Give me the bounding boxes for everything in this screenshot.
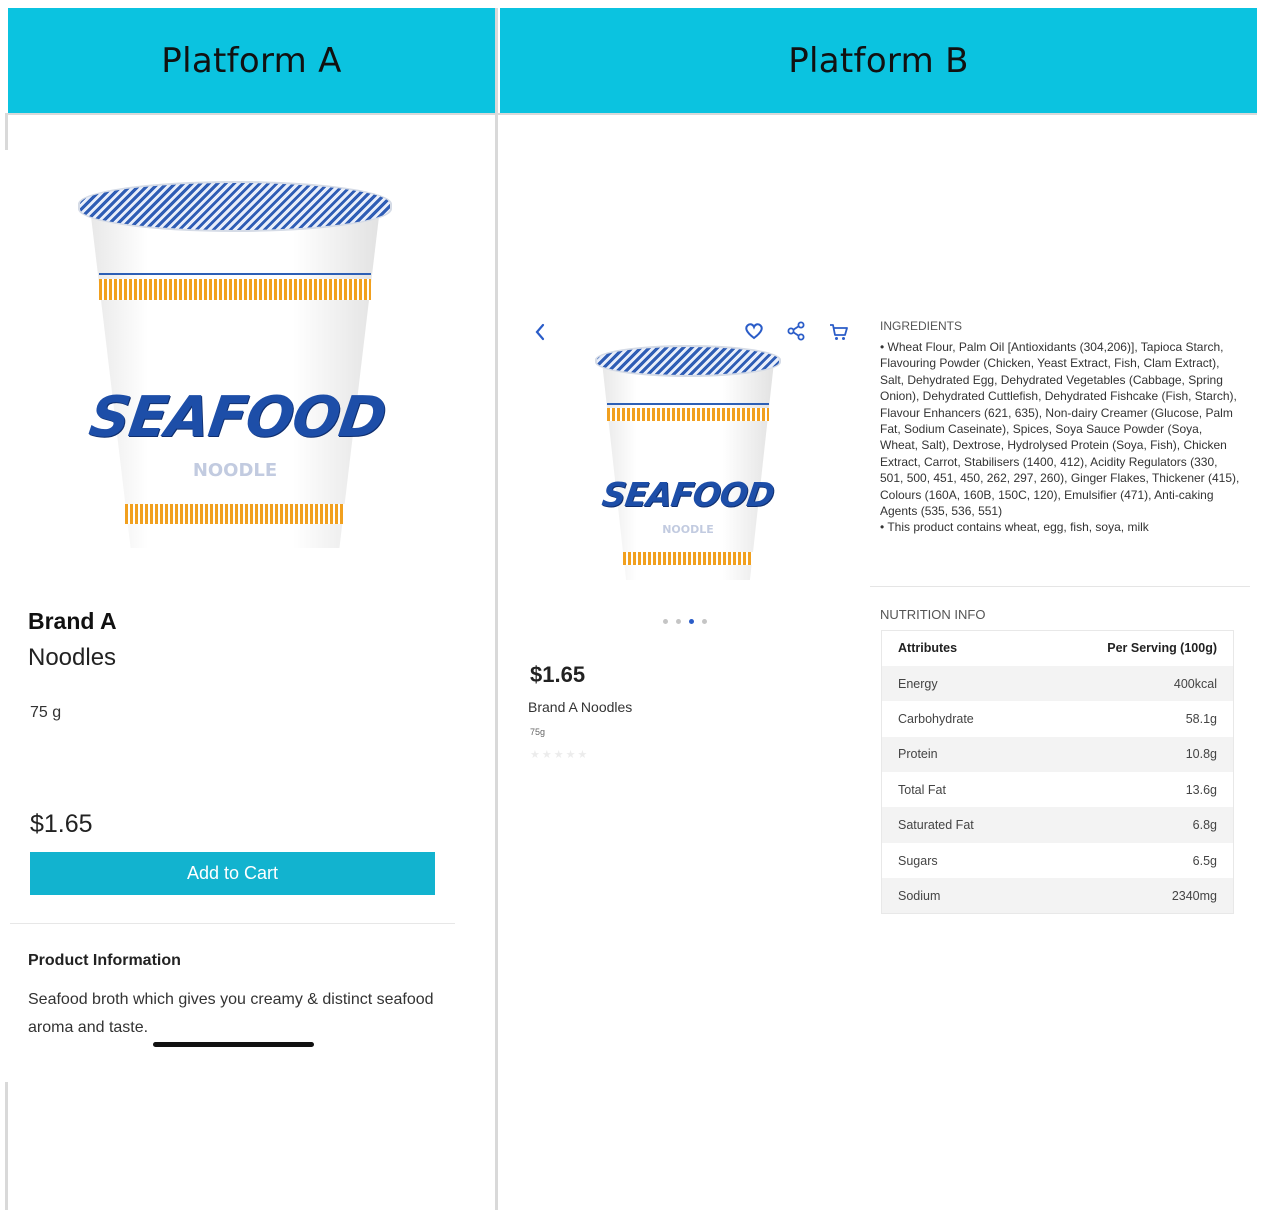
cup-body [602,362,774,580]
nutrition-value: 2340mg [1033,878,1234,914]
comparison-frame: Platform A Platform B SEAFOOD NOODLE Bra… [0,0,1265,1210]
weight-b: 75g [530,727,546,737]
table-row: Total Fat 13.6g [881,772,1234,808]
ingredients-text: • Wheat Flour, Palm Oil [Antioxidants (3… [880,339,1240,536]
ingredients-title: INGREDIENTS [880,319,963,333]
nutrition-value: 10.8g [1033,736,1234,773]
left-border [0,8,3,1210]
carousel-dot[interactable] [676,619,681,624]
cup-sub-word: NOODLE [192,459,278,481]
cup-stripe-top [607,407,769,421]
table-row: Sodium 2340mg [881,878,1234,914]
product-name-a: Noodles [28,644,117,671]
nutrition-label: Sugars [881,842,1034,879]
cart-icon[interactable] [829,322,849,346]
nutrition-label: Sodium [881,878,1034,914]
add-to-cart-button[interactable]: Add to Cart [30,852,435,895]
header-underline-a [8,113,495,115]
ingredients-divider [870,586,1250,587]
nutrition-table: Attributes Per Serving (100g) Energy 400… [881,630,1234,915]
table-row: Energy 400kcal [881,665,1234,702]
product-info-title: Product Information [28,952,181,969]
cup-lid [595,344,781,378]
heart-icon[interactable] [744,322,764,344]
nutrition-label: Protein [881,736,1034,773]
cup-stripe-bottom [622,551,754,565]
cup-stripe-bottom [124,503,346,525]
platform-b-header: Platform B [500,8,1257,113]
ingredients-list: • Wheat Flour, Palm Oil [Antioxidants (3… [880,340,1240,519]
column-divider [495,8,498,1210]
cup-trim-line [98,272,372,275]
nutrition-header-attribute: Attributes [881,630,1034,666]
nutrition-label: Carbohydrate [881,701,1034,737]
price-a: $1.65 [30,810,93,838]
cup-brand-word: SEAFOOD [85,384,390,450]
home-indicator[interactable] [153,1042,314,1047]
table-row: Sugars 6.5g [881,842,1234,879]
nutrition-value: 13.6g [1033,772,1234,808]
back-chevron-icon[interactable] [533,322,547,346]
nutrition-label: Saturated Fat [881,807,1034,843]
cup-logo-mask [658,442,718,471]
carousel-dot[interactable] [663,619,668,624]
product-image-b: SEAFOOD NOODLE [595,344,781,580]
nutrition-title: NUTRITION INFO [880,607,986,622]
left-edge-top [5,113,8,150]
cup-lid [78,180,392,232]
nutrition-label: Energy [881,665,1034,702]
nutrition-value: 6.5g [1033,842,1234,879]
table-row: Protein 10.8g [881,736,1234,773]
divider-a [10,923,455,924]
product-info-text: Seafood broth which gives you creamy & d… [28,991,434,1036]
nutrition-header-row: Attributes Per Serving (100g) [881,630,1234,666]
product-image-a: SEAFOOD NOODLE [78,180,392,548]
carousel-dots[interactable] [663,619,707,624]
platform-a-header: Platform A [8,8,495,113]
cup-logo-mask [185,333,285,378]
brand-label-a: Brand A [28,608,117,634]
cup-stripe-top [98,279,372,300]
allergen-note: • This product contains wheat, egg, fish… [880,520,1149,535]
cup-sub-word: NOODLE [662,523,714,537]
cup-brand-word: SEAFOOD [599,475,777,515]
product-name-b: Brand A Noodles [528,699,633,715]
nutrition-value: 400kcal [1033,665,1234,702]
nutrition-header-serving: Per Serving (100g) [1033,630,1234,666]
header-underline-b [498,113,1257,115]
price-b: $1.65 [530,662,586,687]
table-row: Saturated Fat 6.8g [881,807,1234,843]
carousel-dot-active[interactable] [689,619,694,624]
share-icon[interactable] [786,321,806,345]
nutrition-label: Total Fat [881,772,1034,808]
table-row: Carbohydrate 58.1g [881,701,1234,737]
carousel-dot[interactable] [702,619,707,624]
left-edge-bottom [5,1082,8,1210]
rating-stars: ★★★★★ [530,749,590,761]
cup-trim-line [607,403,769,406]
weight-a: 75 g [30,704,62,721]
nutrition-value: 58.1g [1033,701,1234,737]
top-border [0,0,1265,8]
nutrition-value: 6.8g [1033,807,1234,843]
